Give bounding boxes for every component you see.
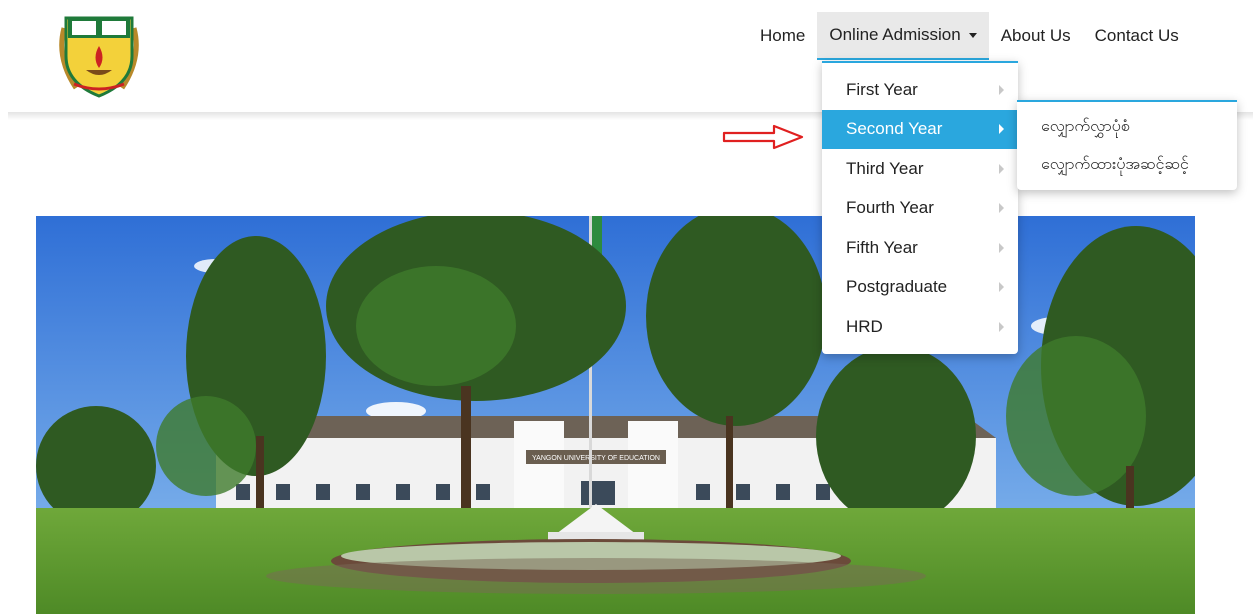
right-arrow-icon bbox=[722, 124, 804, 150]
submenu-item-label: လျှောက်ထားပုံအဆင့်ဆင့် bbox=[1041, 156, 1189, 173]
menu-item-label: Fourth Year bbox=[846, 198, 934, 218]
main-nav: Home Online Admission About Us Contact U… bbox=[748, 12, 1191, 60]
chevron-right-icon bbox=[999, 84, 1004, 95]
campus-hero-image: YANGON UNIVERSITY OF EDUCATION bbox=[36, 216, 1195, 614]
menu-item-label: Fifth Year bbox=[846, 237, 918, 257]
menu-item-label: Third Year bbox=[846, 158, 924, 178]
submenu-item-application-steps[interactable]: လျှောက်ထားပုံအဆင့်ဆင့် bbox=[1017, 146, 1237, 184]
second-year-submenu: လျှောက်လွှာပုံစံ လျှောက်ထားပုံအဆင့်ဆင့် bbox=[1017, 100, 1237, 190]
menu-item-label: Postgraduate bbox=[846, 277, 948, 297]
chevron-right-icon bbox=[999, 124, 1004, 135]
menu-item-label: HRD bbox=[846, 316, 883, 336]
menu-item-second-year[interactable]: Second Year bbox=[822, 109, 1018, 149]
chevron-right-icon bbox=[999, 321, 1004, 332]
menu-item-hrd[interactable]: HRD bbox=[822, 307, 1018, 347]
menu-item-label: First Year bbox=[846, 79, 918, 99]
nav-about-us-label: About Us bbox=[1000, 26, 1071, 45]
submenu-item-label: လျှောက်လွှာပုံစံ bbox=[1041, 118, 1130, 135]
nav-home[interactable]: Home bbox=[748, 12, 817, 60]
nav-contact-us[interactable]: Contact Us bbox=[1083, 12, 1191, 60]
chevron-right-icon bbox=[999, 203, 1004, 214]
nav-home-label: Home bbox=[760, 26, 806, 45]
university-logo[interactable] bbox=[54, 8, 144, 100]
online-admission-dropdown: First Year Second Year Third Year Fourth… bbox=[822, 61, 1018, 354]
nav-online-admission[interactable]: Online Admission bbox=[817, 12, 989, 60]
menu-item-first-year[interactable]: First Year bbox=[822, 70, 1018, 110]
building-sign: YANGON UNIVERSITY OF EDUCATION bbox=[532, 455, 660, 462]
menu-item-label: Second Year bbox=[846, 119, 943, 139]
menu-item-fifth-year[interactable]: Fifth Year bbox=[822, 228, 1018, 268]
chevron-right-icon bbox=[999, 163, 1004, 174]
chevron-right-icon bbox=[999, 282, 1004, 293]
chevron-right-icon bbox=[999, 242, 1004, 253]
nav-online-admission-label: Online Admission bbox=[829, 25, 961, 44]
chevron-down-icon bbox=[968, 32, 977, 38]
menu-item-postgraduate[interactable]: Postgraduate bbox=[822, 268, 1018, 308]
menu-item-fourth-year[interactable]: Fourth Year bbox=[822, 189, 1018, 229]
menu-item-third-year[interactable]: Third Year bbox=[822, 149, 1018, 189]
nav-contact-us-label: Contact Us bbox=[1094, 26, 1179, 45]
nav-about-us[interactable]: About Us bbox=[989, 12, 1083, 60]
submenu-item-application-form[interactable]: လျှောက်လွှာပုံစံ bbox=[1017, 108, 1237, 146]
